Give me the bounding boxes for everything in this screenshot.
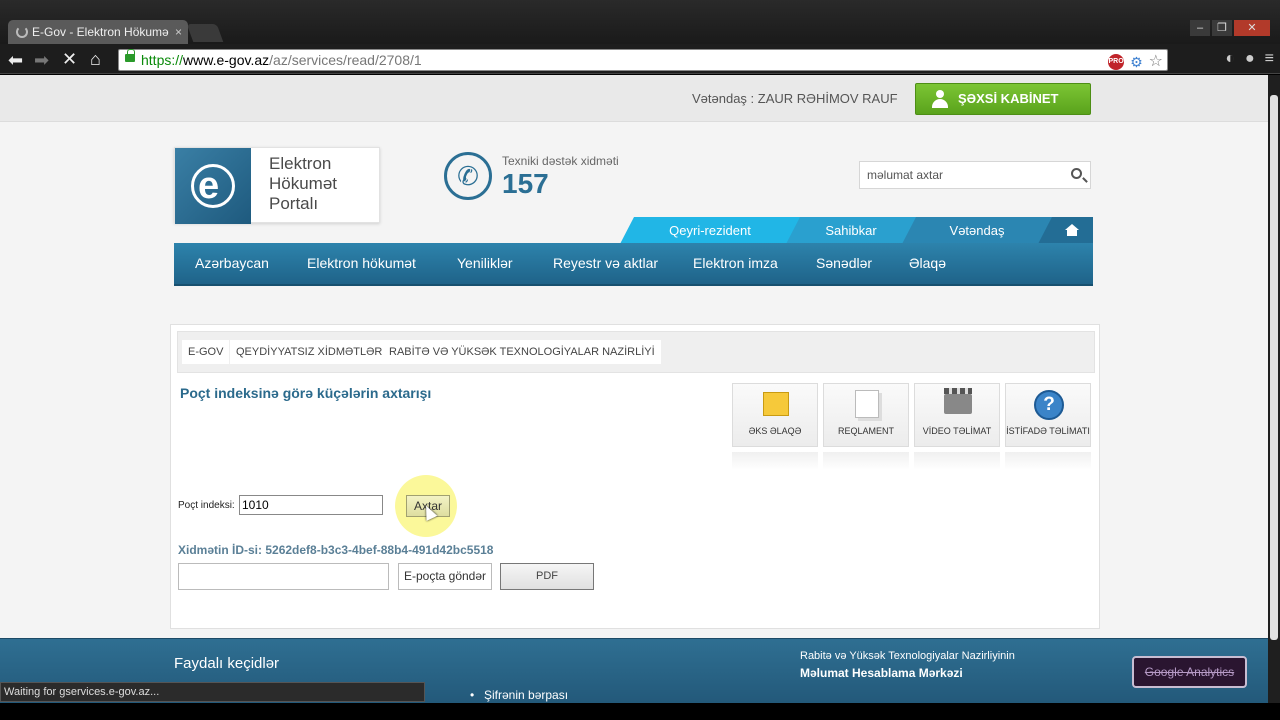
pdf-button[interactable]: PDF bbox=[500, 563, 594, 590]
page-title: Poçt indeksinə görə küçələrin axtarışı bbox=[180, 385, 432, 401]
close-window-icon[interactable]: ✕ bbox=[1234, 20, 1270, 36]
user-bar: Vətəndaş : ZAUR RƏHİMOV RAUF ŞƏXSİ KABİN… bbox=[0, 75, 1268, 122]
nav-documents[interactable]: Sənədlər bbox=[816, 243, 872, 283]
footer-org-line-2[interactable]: Məlumat Hesablama Mərkəzi bbox=[800, 666, 963, 680]
video-guide-button[interactable]: VİDEO TƏLİMAT bbox=[914, 383, 1000, 470]
audience-tabs: Qeyri-rezident Sahibkar Vətəndaş bbox=[620, 217, 1093, 244]
user-icon bbox=[932, 90, 948, 108]
browser-titlebar: E-Gov - Elektron Hökumə × ‒ ❐ ✕ bbox=[0, 0, 1280, 44]
video-guide-label: VİDEO TƏLİMAT bbox=[922, 426, 992, 436]
new-tab-button[interactable] bbox=[186, 24, 224, 42]
nav-e-government[interactable]: Elektron hökumət bbox=[307, 243, 416, 283]
site-search-input[interactable]: məlumat axtar bbox=[859, 161, 1091, 189]
footer-org-line-1: Rabitə və Yüksək Texnologiyalar Nazirliy… bbox=[800, 650, 1015, 662]
footer-link-password-recovery[interactable]: Şifrənin bərpası bbox=[470, 688, 568, 702]
tab-close-icon[interactable]: × bbox=[175, 20, 182, 44]
home-icon[interactable]: ⌂ bbox=[90, 49, 101, 69]
feedback-icon bbox=[763, 392, 789, 416]
stop-icon[interactable]: ✕ bbox=[62, 49, 77, 69]
email-input[interactable] bbox=[178, 563, 389, 590]
url-scheme: https:// bbox=[141, 52, 184, 68]
support-number: 157 bbox=[502, 168, 549, 199]
translate-icon[interactable]: ⚙ bbox=[1130, 52, 1143, 72]
back-icon[interactable]: ⬅ bbox=[8, 50, 23, 70]
feedback-button[interactable]: ƏKS ƏLAQƏ bbox=[732, 383, 818, 470]
service-id: Xidmətin İD-si: 5262def8-b3c3-4bef-88b4-… bbox=[178, 543, 494, 557]
user-guide-label: İSTİFADƏ TƏLİMATI bbox=[1006, 426, 1090, 436]
logo-line-3: Portalı bbox=[269, 194, 319, 213]
footer-title: Faydalı keçidlər bbox=[174, 655, 280, 672]
regulation-button[interactable]: REQLAMENT bbox=[823, 383, 909, 470]
minimize-icon[interactable]: ‒ bbox=[1190, 20, 1210, 36]
egov-logo-icon: e bbox=[175, 148, 251, 224]
url-path: /az/services/read/2708/1 bbox=[269, 52, 422, 68]
breadcrumb-ministry[interactable]: RABİTƏ VƏ YÜKSƏK TEXNOLOGİYALAR NAZİRLİY… bbox=[383, 340, 661, 364]
logo-line-1: Elektron bbox=[269, 154, 332, 173]
house-icon bbox=[1065, 224, 1079, 236]
user-guide-button[interactable]: ? İSTİFADƏ TƏLİMATI bbox=[1005, 383, 1091, 470]
profile-icon[interactable]: ● bbox=[1245, 50, 1255, 68]
nav-registry[interactable]: Reyestr və aktlar bbox=[553, 243, 658, 283]
logo-line-2: Hökumət bbox=[269, 174, 338, 193]
nav-news[interactable]: Yeniliklər bbox=[457, 243, 513, 283]
phone-icon: ✆ bbox=[444, 152, 492, 200]
lock-icon bbox=[125, 49, 135, 62]
personal-cabinet-button[interactable]: ŞƏXSİ KABİNET bbox=[915, 83, 1091, 115]
toolbar-extensions: ◐ ● ≡ bbox=[1225, 50, 1274, 68]
loading-icon bbox=[16, 26, 28, 38]
nav-e-signature[interactable]: Elektron imza bbox=[693, 243, 778, 283]
breadcrumb-egov[interactable]: E-GOV bbox=[182, 340, 230, 364]
postal-index-input[interactable]: 1010 bbox=[239, 495, 383, 515]
pro-extension-icon[interactable]: PRO bbox=[1108, 54, 1125, 70]
search-icon[interactable] bbox=[1071, 168, 1082, 179]
main-navigation: Azərbaycan Elektron hökumət Yeniliklər R… bbox=[174, 243, 1093, 286]
support-label: Texniki dəstək xidməti bbox=[502, 154, 619, 168]
send-email-button[interactable]: E-poçta göndər bbox=[398, 563, 492, 590]
page-scrollbar[interactable] bbox=[1268, 75, 1280, 703]
postal-index-label: Poçt indeksi: bbox=[178, 500, 235, 511]
service-panel: E-GOV QEYDİYYATSIZ XİDMƏTLƏR RABİTƏ VƏ Y… bbox=[170, 324, 1100, 629]
help-icon: ? bbox=[1034, 390, 1064, 420]
clapperboard-icon bbox=[944, 388, 972, 414]
breadcrumb-unregistered[interactable]: QEYDİYYATSIZ XİDMƏTLƏR bbox=[230, 340, 389, 364]
breadcrumb: E-GOV QEYDİYYATSIZ XİDMƏTLƏR RABİTƏ VƏ Y… bbox=[177, 331, 1095, 373]
web-page: Vətəndaş : ZAUR RƏHİMOV RAUF ŞƏXSİ KABİN… bbox=[0, 75, 1268, 703]
restore-icon[interactable]: ❐ bbox=[1212, 20, 1232, 36]
search-placeholder: məlumat axtar bbox=[867, 168, 944, 182]
tab-title: E-Gov - Elektron Hökumə bbox=[32, 25, 169, 39]
menu-icon[interactable]: ≡ bbox=[1265, 50, 1274, 68]
nav-contact[interactable]: Əlaqə bbox=[909, 243, 946, 283]
url-host: www.e-gov.az bbox=[183, 52, 270, 68]
extension-icon[interactable]: ◐ bbox=[1225, 50, 1235, 68]
browser-tab[interactable]: E-Gov - Elektron Hökumə × bbox=[8, 20, 188, 44]
google-analytics-button[interactable]: Google Analytics bbox=[1132, 656, 1247, 688]
bookmark-star-icon[interactable]: ☆ bbox=[1149, 52, 1163, 72]
feedback-label: ƏKS ƏLAQƏ bbox=[748, 426, 802, 436]
address-bar[interactable]: https://www.e-gov.az/az/services/read/27… bbox=[118, 49, 1168, 71]
browser-status: Waiting for gservices.e-gov.az... bbox=[0, 682, 425, 702]
tab-entrepreneur[interactable]: Sahibkar bbox=[786, 217, 916, 244]
cabinet-label: ŞƏXSİ KABİNET bbox=[958, 91, 1059, 106]
citizen-name: Vətəndaş : ZAUR RƏHİMOV RAUF bbox=[692, 91, 898, 106]
nav-azerbaijan[interactable]: Azərbaycan bbox=[195, 243, 269, 283]
forward-icon[interactable]: ➡ bbox=[34, 50, 49, 70]
document-icon bbox=[855, 390, 879, 418]
tab-citizen[interactable]: Vətəndaş bbox=[902, 217, 1052, 244]
portal-logo[interactable]: e Elektron Hökumət Portalı bbox=[174, 147, 380, 224]
window-controls: ‒ ❐ ✕ bbox=[1190, 20, 1270, 36]
scrollbar-thumb[interactable] bbox=[1270, 95, 1278, 640]
regulation-label: REQLAMENT bbox=[837, 426, 894, 436]
tab-non-resident[interactable]: Qeyri-rezident bbox=[620, 217, 800, 244]
